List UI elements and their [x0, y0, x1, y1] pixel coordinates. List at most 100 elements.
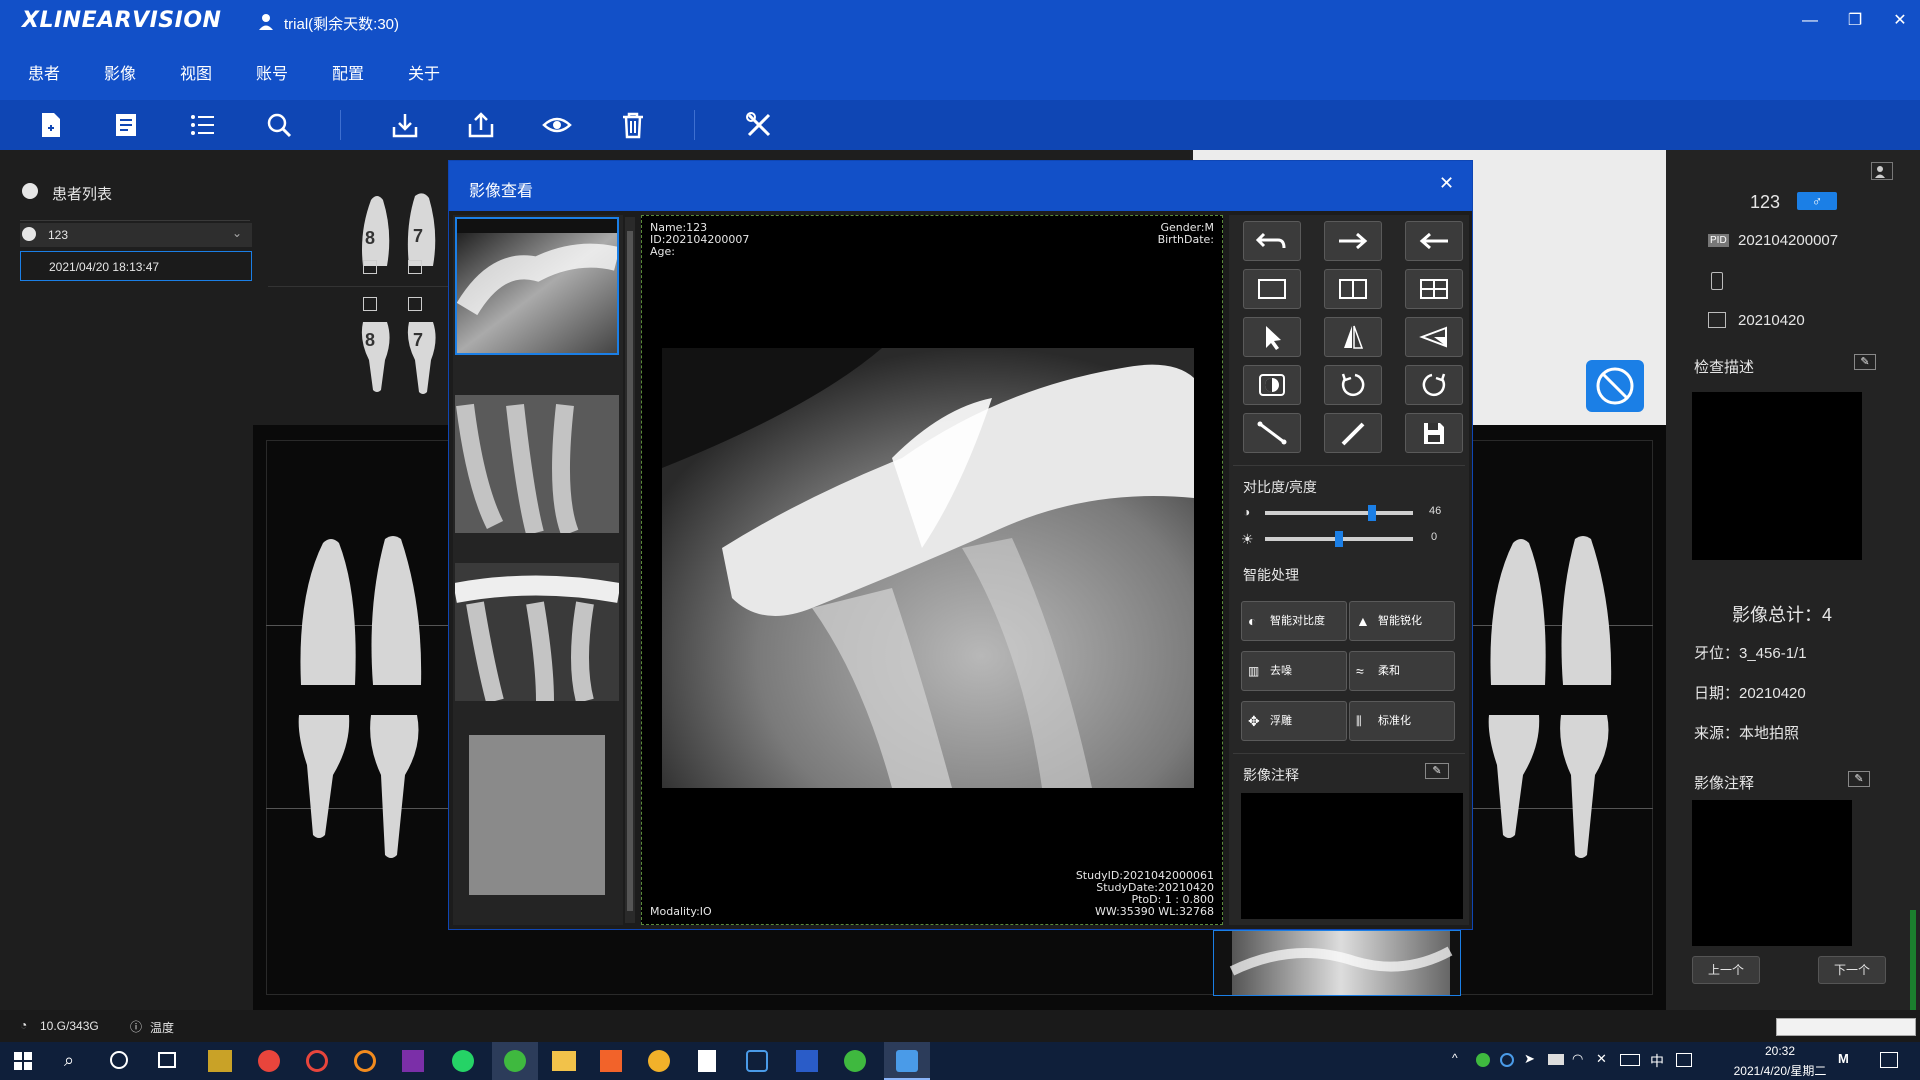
tooth-chart-right[interactable]	[1483, 535, 1623, 865]
list-icon[interactable]	[188, 110, 218, 140]
thumbnail-scrollbar[interactable]	[625, 217, 635, 923]
undo-icon[interactable]	[1243, 221, 1301, 261]
notepad-icon[interactable]	[698, 1050, 716, 1072]
wechat-taskbar-item[interactable]	[492, 1042, 538, 1080]
scroll-indicator[interactable]	[1910, 910, 1916, 1010]
emboss-button[interactable]: ✥ 浮雕	[1241, 701, 1347, 741]
image-annotation-box[interactable]	[1241, 793, 1463, 919]
tray-icon[interactable]	[1500, 1053, 1514, 1067]
thumbnail-2[interactable]	[455, 395, 619, 533]
normalize-button[interactable]: ⫼ 标准化	[1349, 701, 1455, 741]
invert-icon[interactable]	[1243, 365, 1301, 405]
ime-toolbar[interactable]	[1776, 1018, 1916, 1036]
layout-four-icon[interactable]	[1405, 269, 1463, 309]
arrow-left-icon[interactable]	[1405, 221, 1463, 261]
search-icon[interactable]	[264, 110, 294, 140]
new-patient-icon[interactable]	[36, 110, 66, 140]
todo-icon[interactable]	[746, 1050, 768, 1072]
patient-row[interactable]: 123 ⌄	[20, 223, 252, 247]
xray-image[interactable]	[662, 348, 1194, 788]
restore-button[interactable]: ❐	[1840, 8, 1870, 34]
menu-view[interactable]: 视图	[180, 60, 212, 84]
import-icon[interactable]	[390, 110, 420, 140]
view-icon[interactable]	[542, 110, 572, 140]
menu-image[interactable]: 影像	[104, 60, 136, 84]
brightness-slider[interactable]	[1265, 531, 1413, 547]
start-icon[interactable]	[14, 1052, 32, 1070]
exam-desc-box[interactable]	[1692, 392, 1862, 560]
export-icon[interactable]	[466, 110, 496, 140]
menu-account[interactable]: 账号	[256, 60, 288, 84]
no-camera-icon[interactable]	[1586, 360, 1644, 412]
thumbnail-4[interactable]	[469, 735, 605, 895]
volume-mute-icon[interactable]: ✕	[1596, 1051, 1607, 1067]
arrow-right-icon[interactable]	[1324, 221, 1382, 261]
cortana-icon[interactable]	[110, 1051, 128, 1069]
denoise-button[interactable]: ▥ 去噪	[1241, 651, 1347, 691]
search-icon[interactable]: ⌕	[64, 1050, 74, 1071]
annotation-box[interactable]	[1692, 800, 1852, 946]
tools-icon[interactable]	[744, 110, 774, 140]
chrome-icon[interactable]	[258, 1050, 280, 1072]
app-icon[interactable]	[648, 1050, 670, 1072]
notification-icon[interactable]	[1880, 1052, 1898, 1068]
image-viewport[interactable]: Name:123 ID:202104200007 Age: Gender:M B…	[641, 215, 1223, 925]
menu-about[interactable]: 关于	[408, 60, 440, 84]
wifi-icon[interactable]: ◠	[1572, 1051, 1583, 1067]
edit-icon[interactable]: ✎	[1848, 771, 1870, 787]
pointer-icon[interactable]	[1243, 317, 1301, 357]
tooth-checkbox[interactable]	[363, 297, 377, 311]
contrast-slider-handle[interactable]	[1367, 505, 1376, 521]
library-icon[interactable]	[208, 1050, 232, 1072]
file-explorer-icon[interactable]	[552, 1051, 576, 1071]
tooth-checkbox[interactable]	[408, 297, 422, 311]
app-icon[interactable]	[600, 1050, 622, 1072]
rotate-right-icon[interactable]	[1405, 365, 1463, 405]
tooth-chart-left[interactable]	[293, 535, 433, 865]
clock-time[interactable]: 20:32	[1740, 1044, 1820, 1058]
save-icon[interactable]	[1405, 413, 1463, 453]
app-icon[interactable]	[306, 1050, 328, 1072]
task-view-icon[interactable]	[158, 1052, 176, 1068]
layout-two-icon[interactable]	[1324, 269, 1382, 309]
user-settings-icon[interactable]	[1871, 162, 1893, 180]
app-icon[interactable]	[844, 1050, 866, 1072]
xlinearvision-taskbar-item[interactable]	[884, 1042, 930, 1080]
rotate-left-icon[interactable]	[1324, 365, 1382, 405]
battery-icon[interactable]	[1548, 1054, 1564, 1065]
study-row[interactable]: 2021/04/20 18:13:47	[20, 251, 252, 281]
flip-horizontal-icon[interactable]	[1405, 317, 1463, 357]
keyboard-icon[interactable]	[1620, 1054, 1640, 1066]
contrast-slider[interactable]	[1265, 505, 1413, 521]
tooth-checkbox[interactable]	[363, 260, 377, 274]
smart-contrast-button[interactable]: ◐ 智能对比度	[1241, 601, 1347, 641]
tooth-checkbox[interactable]	[408, 260, 422, 274]
edit-icon[interactable]: ✎	[1425, 763, 1449, 779]
menu-patient[interactable]: 患者	[28, 60, 60, 84]
edit-icon[interactable]: ✎	[1854, 354, 1876, 370]
minimize-button[interactable]: —	[1795, 8, 1825, 34]
thumbnail-1[interactable]	[455, 217, 619, 355]
clock-date[interactable]: 2021/4/20/星期二	[1704, 1062, 1856, 1079]
smart-sharpen-button[interactable]: ▲ 智能锐化	[1349, 601, 1455, 641]
prev-button[interactable]: 上一个	[1692, 956, 1760, 984]
edit-icon[interactable]	[112, 110, 142, 140]
brightness-slider-handle[interactable]	[1335, 531, 1343, 547]
thumbnail-3[interactable]	[455, 563, 619, 701]
pen-icon[interactable]	[1324, 413, 1382, 453]
tray-wechat-icon[interactable]	[1476, 1053, 1490, 1067]
close-icon[interactable]: ✕	[1439, 173, 1454, 194]
menu-config[interactable]: 配置	[332, 60, 364, 84]
measure-icon[interactable]	[1243, 413, 1301, 453]
layout-single-icon[interactable]	[1243, 269, 1301, 309]
selected-image-slot[interactable]	[1213, 930, 1461, 996]
app-tray-icon[interactable]: M	[1838, 1051, 1849, 1066]
flip-vertical-icon[interactable]	[1324, 317, 1382, 357]
close-window-button[interactable]: ✕	[1885, 8, 1915, 34]
ime-mode-icon[interactable]	[1676, 1053, 1692, 1067]
tray-chevron-icon[interactable]: ^	[1452, 1051, 1458, 1065]
next-button[interactable]: 下一个	[1818, 956, 1886, 984]
ime-indicator[interactable]: 中	[1650, 1051, 1664, 1071]
chevron-down-icon[interactable]: ⌄	[232, 226, 242, 240]
delete-icon[interactable]	[618, 110, 648, 140]
